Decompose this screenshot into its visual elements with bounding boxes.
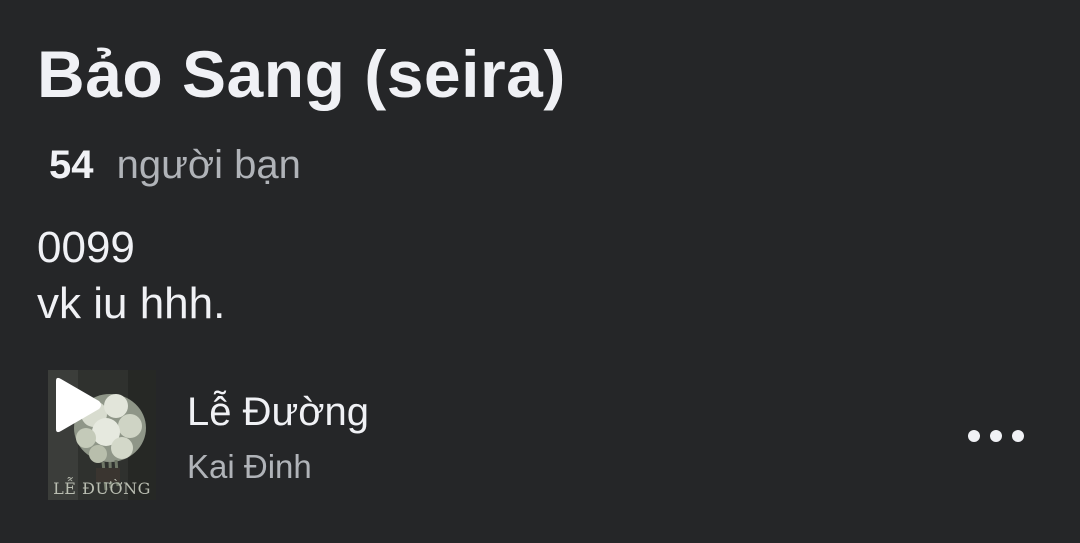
more-horizontal-icon (990, 430, 1002, 442)
bio-line: 0099 (37, 223, 135, 272)
bio-line: vk iu hhh. (37, 279, 226, 328)
album-art[interactable]: LỄ ĐƯỜNG (48, 370, 156, 500)
profile-name: Bảo Sang (seira) (37, 37, 566, 111)
bio: 0099 vk iu hhh. (37, 220, 225, 332)
track-artist[interactable]: Kai Đinh (187, 448, 312, 486)
friends-label: người bạn (116, 143, 301, 187)
more-horizontal-icon (968, 430, 980, 442)
play-icon[interactable] (50, 376, 104, 434)
more-horizontal-icon (1012, 430, 1024, 442)
more-options-button[interactable] (961, 418, 1031, 454)
track-title[interactable]: Lễ Đường (187, 390, 369, 435)
album-art-text: LỄ ĐƯỜNG (53, 476, 151, 498)
friends-row[interactable]: 54 người bạn (49, 143, 301, 188)
profile-music[interactable]: LỄ ĐƯỜNG Lễ Đường Kai Đinh (48, 370, 1038, 502)
friends-count: 54 (49, 143, 94, 187)
